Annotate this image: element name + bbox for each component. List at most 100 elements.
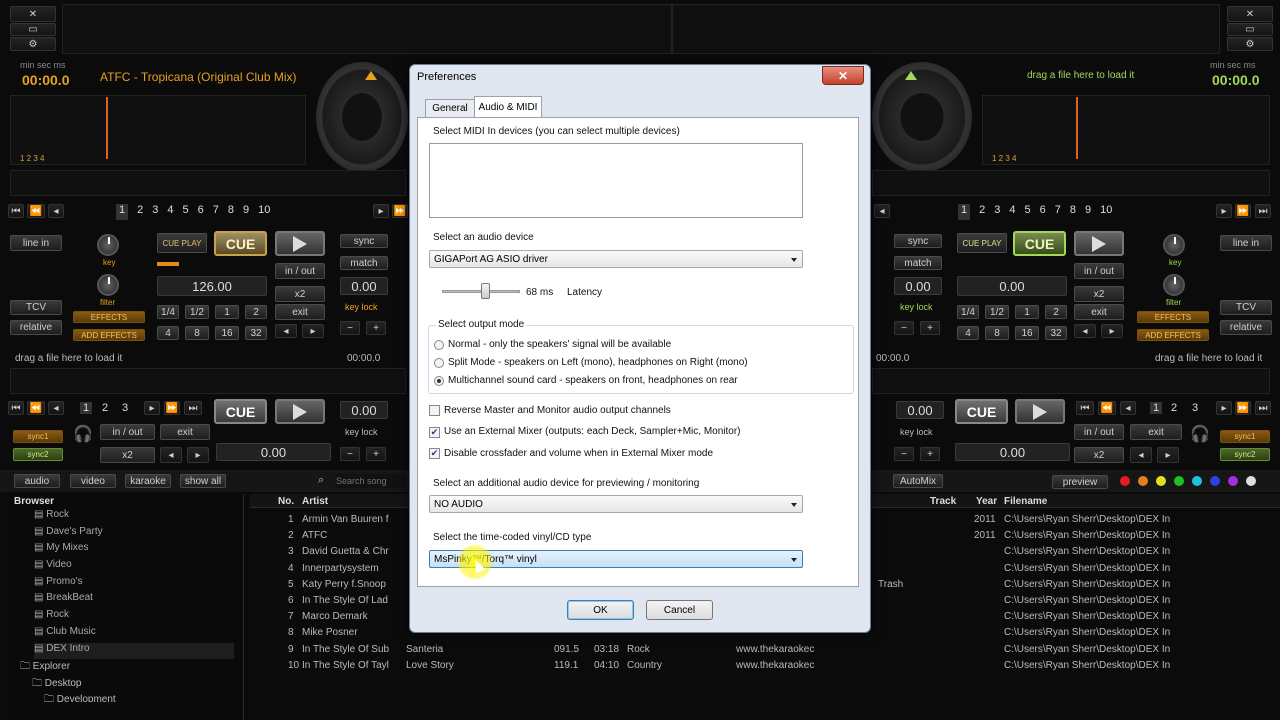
hotcue-10[interactable]: 10 <box>1100 204 1112 220</box>
hotcue-3[interactable]: 3 <box>152 204 158 220</box>
folder-item[interactable]: ▤ Club Music <box>34 626 234 643</box>
tcv-button-left[interactable]: TCV <box>10 300 62 315</box>
hotcue-8[interactable]: 8 <box>1070 204 1076 220</box>
radio-normal-label[interactable]: Normal - only the speakers' signal will … <box>448 339 671 350</box>
col-year[interactable]: Year <box>976 496 997 507</box>
add-effects-button-right[interactable]: ADD EFFECTS <box>1137 329 1209 341</box>
radio-multichannel[interactable] <box>434 376 444 386</box>
sampler-play-button-right[interactable] <box>1015 399 1065 424</box>
forward-button-right[interactable]: ⏩ <box>1235 204 1251 218</box>
hotcue-4[interactable]: 4 <box>1009 204 1015 220</box>
sync1-button-right[interactable]: sync1 <box>1220 430 1270 443</box>
cancel-button[interactable]: Cancel <box>646 600 713 620</box>
sampler-next[interactable]: ▸ <box>144 401 160 415</box>
loop-16-left[interactable]: 16 <box>215 326 239 340</box>
hotcue-9[interactable]: 9 <box>243 204 249 220</box>
hotcue-7[interactable]: 7 <box>213 204 219 220</box>
radio-normal[interactable] <box>434 340 444 350</box>
midi-device-list[interactable] <box>429 143 803 218</box>
sampler-forward[interactable]: ⏩ <box>164 401 180 415</box>
radio-split[interactable] <box>434 358 444 368</box>
sampler-cue-3-left[interactable]: 3 <box>122 402 128 414</box>
x2-button-left[interactable]: x2 <box>275 286 325 302</box>
col-track[interactable]: Track <box>930 496 956 507</box>
key-knob-right[interactable] <box>1163 234 1185 256</box>
cue-play-button-left[interactable]: CUE PLAY <box>157 233 207 253</box>
loop-4-right[interactable]: 4 <box>957 326 979 340</box>
waveform-right[interactable] <box>982 95 1270 165</box>
hotcue-9[interactable]: 9 <box>1085 204 1091 220</box>
hotcue-1[interactable]: 1 <box>116 204 129 220</box>
match-button-left[interactable]: match <box>340 256 388 270</box>
hotcue-2[interactable]: 2 <box>137 204 143 220</box>
in-out-button-right[interactable]: in / out <box>1074 263 1124 279</box>
dialog-close-button[interactable]: ✕ <box>822 66 864 85</box>
pitch-plus-right[interactable]: + <box>920 321 940 335</box>
checkbox-external-mixer-label[interactable]: Use an External Mixer (outputs: each Dec… <box>444 426 741 437</box>
sampler-in-out-right[interactable]: in / out <box>1074 424 1124 440</box>
sampler-cue-button-left[interactable]: CUE <box>214 399 267 424</box>
hotcue-4[interactable]: 4 <box>167 204 173 220</box>
sampler-rewind-right[interactable]: ⏪ <box>1098 401 1116 415</box>
color-dot-blue[interactable] <box>1210 476 1220 486</box>
sampler-cue-button-right[interactable]: CUE <box>955 399 1008 424</box>
hotcue-3[interactable]: 3 <box>994 204 1000 220</box>
checkbox-external-mixer[interactable]: ✔ <box>429 427 440 438</box>
show-all-button[interactable]: show all <box>180 474 226 488</box>
sampler-exit-left[interactable]: exit <box>160 424 210 440</box>
hotcue-row-left[interactable]: 1 2 3 4 5 6 7 8 9 10 <box>116 204 326 220</box>
sampler-plus-left[interactable]: + <box>366 447 386 461</box>
video-button[interactable]: video <box>70 474 116 488</box>
skip-fwd-button-right[interactable]: ⏭ <box>1255 204 1271 218</box>
folder-item[interactable]: ▤ Promo's <box>34 576 234 593</box>
loop-4-left[interactable]: 4 <box>157 326 179 340</box>
sampler-loop-fwd-left[interactable]: ▸ <box>187 447 209 463</box>
turntable-left[interactable] <box>316 62 408 172</box>
tab-general[interactable]: General <box>425 99 475 118</box>
play-button-left[interactable] <box>275 231 325 256</box>
sampler-rewind[interactable]: ⏪ <box>27 401 45 415</box>
desktop-item[interactable]: 🗀 Desktop <box>32 676 81 693</box>
cue-button-right[interactable]: CUE <box>1013 231 1066 256</box>
sync2-button-left[interactable]: sync2 <box>13 448 63 461</box>
next-button[interactable]: ▸ <box>373 204 389 218</box>
scroll-waveform-left[interactable] <box>10 170 406 196</box>
col-no[interactable]: No. <box>278 496 294 507</box>
loop-1-4-right[interactable]: 1/4 <box>957 305 979 319</box>
overview-waveform-right[interactable] <box>672 4 1220 54</box>
forward-button[interactable]: ⏩ <box>392 204 408 218</box>
play-button-right[interactable] <box>1074 231 1124 256</box>
hotcue-8[interactable]: 8 <box>228 204 234 220</box>
sampler-loop-fwd-right[interactable]: ▸ <box>1157 447 1179 463</box>
filter-knob-right[interactable] <box>1163 274 1185 296</box>
latency-slider-handle[interactable] <box>481 283 490 299</box>
sampler-cue-3-right[interactable]: 3 <box>1192 402 1198 414</box>
col-artist[interactable]: Artist <box>302 496 328 507</box>
color-dot-yellow[interactable] <box>1156 476 1166 486</box>
loop-1-4-left[interactable]: 1/4 <box>157 305 179 319</box>
checkbox-disable-crossfader[interactable]: ✔ <box>429 448 440 459</box>
headphones-icon-left[interactable]: 🎧 <box>73 424 93 444</box>
loop-back-button-right[interactable]: ◂ <box>1074 324 1096 338</box>
loop-1-2-left[interactable]: 1/2 <box>185 305 209 319</box>
pitch-minus-left[interactable]: − <box>340 321 360 335</box>
sampler-minus-right[interactable]: − <box>894 447 914 461</box>
exit-button-left[interactable]: exit <box>275 304 325 320</box>
sampler-skip-back-right[interactable]: ⏮ <box>1076 401 1094 415</box>
overview-waveform-left[interactable] <box>62 4 672 54</box>
hotcue-row-right[interactable]: 1 2 3 4 5 6 7 8 9 10 <box>958 204 1168 220</box>
effects-button-right[interactable]: EFFECTS <box>1137 311 1209 323</box>
folder-item[interactable]: ▤ BreakBeat <box>34 592 234 609</box>
prev-button-right[interactable]: ◂ <box>874 204 890 218</box>
audio-button[interactable]: audio <box>14 474 60 488</box>
sync1-button-left[interactable]: sync1 <box>13 430 63 443</box>
explorer-item[interactable]: 🗀 Explorer <box>20 659 70 676</box>
sampler-loop-back-right[interactable]: ◂ <box>1130 447 1152 463</box>
loop-fwd-button-right[interactable]: ▸ <box>1101 324 1123 338</box>
add-effects-button-left[interactable]: ADD EFFECTS <box>73 329 145 341</box>
sampler-minus-left[interactable]: − <box>340 447 360 461</box>
effects-button-left[interactable]: EFFECTS <box>73 311 145 323</box>
sampler-plus-right[interactable]: + <box>920 447 940 461</box>
pitch-minus-right[interactable]: − <box>894 321 914 335</box>
minimize-button[interactable]: ▭ <box>10 23 56 36</box>
